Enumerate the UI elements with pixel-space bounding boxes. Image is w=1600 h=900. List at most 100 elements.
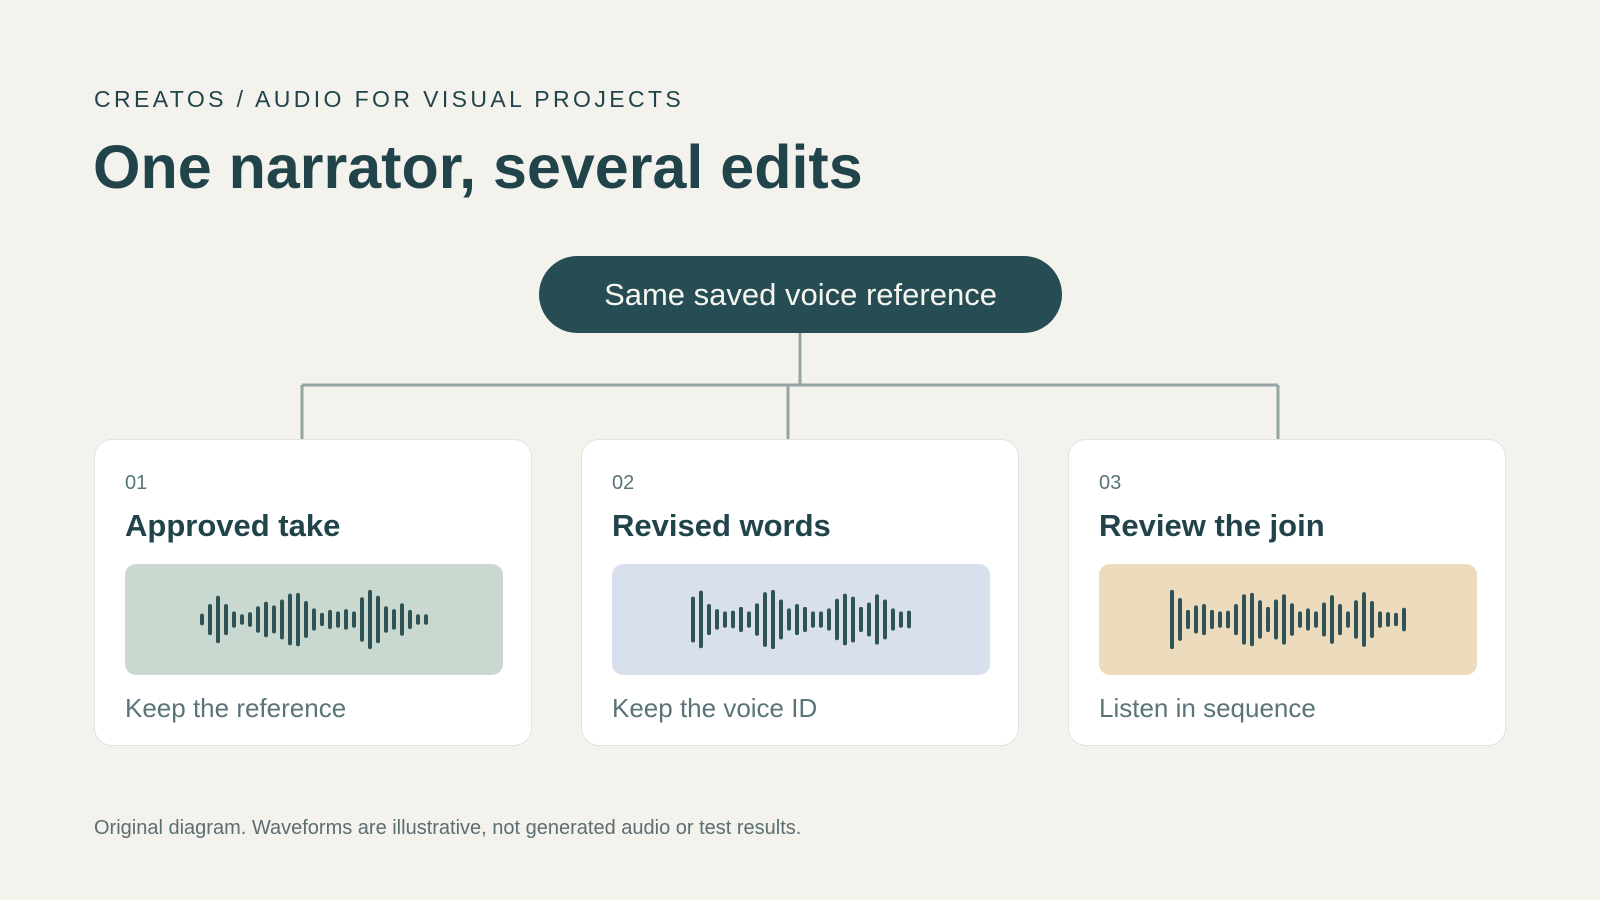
waveform-bar <box>424 614 428 625</box>
waveform-bar <box>715 609 719 630</box>
waveform-bar <box>1250 592 1254 647</box>
edit-card-revised-words: 02 Revised words Keep the voice ID <box>581 439 1019 746</box>
waveform-bar <box>1402 607 1406 632</box>
waveform-bar <box>416 614 420 625</box>
card-caption: Listen in sequence <box>1099 693 1316 723</box>
waveform-bar <box>1338 604 1342 636</box>
waveform-icon <box>200 589 428 650</box>
waveform-bar <box>1378 611 1382 628</box>
waveform-bar <box>691 596 695 643</box>
waveform-icon <box>1170 589 1406 650</box>
waveform-bar <box>232 611 236 628</box>
waveform-bar <box>907 610 911 629</box>
waveform-bar <box>1306 608 1310 631</box>
waveform-bar <box>280 599 284 640</box>
card-title: Revised words <box>612 508 831 543</box>
waveform-bar <box>1170 589 1174 650</box>
waveform-bar <box>216 595 220 644</box>
waveform-bar <box>264 601 268 638</box>
waveform-bar <box>843 593 847 646</box>
waveform-bar <box>1346 611 1350 628</box>
waveform-panel <box>125 564 503 675</box>
page-title: One narrator, several edits <box>93 133 863 201</box>
waveform-bar <box>304 601 308 638</box>
waveform-bar <box>1314 611 1318 628</box>
waveform-bar <box>1242 594 1246 645</box>
eyebrow-label: CREATOS / AUDIO FOR VISUAL PROJECTS <box>94 86 685 112</box>
waveform-bar <box>699 590 703 649</box>
card-caption: Keep the reference <box>125 693 347 723</box>
waveform-bar <box>1298 611 1302 628</box>
waveform-bar <box>755 603 759 636</box>
waveform-bar <box>723 611 727 628</box>
waveform-bar <box>771 589 775 650</box>
waveform-bar <box>1290 603 1294 636</box>
waveform-bar <box>787 608 791 631</box>
waveform-bar <box>376 595 380 644</box>
waveform-bar <box>1362 592 1366 647</box>
waveform-bar <box>352 611 356 628</box>
waveform-bar <box>1234 604 1238 636</box>
waveform-bar <box>248 612 252 627</box>
waveform-bar <box>1226 610 1230 629</box>
waveform-bar <box>288 593 292 646</box>
waveform-bar <box>739 606 743 633</box>
waveform-bar <box>819 611 823 628</box>
waveform-bar <box>1370 601 1374 638</box>
waveform-bar <box>408 609 412 630</box>
waveform-bar <box>296 592 300 647</box>
card-number: 03 <box>1099 472 1122 494</box>
waveform-bar <box>312 608 316 631</box>
waveform-bar <box>835 598 839 641</box>
waveform-bar <box>208 604 212 636</box>
waveform-bar <box>707 604 711 636</box>
footer-disclaimer: Original diagram. Waveforms are illustra… <box>94 817 802 839</box>
waveform-bar <box>272 605 276 634</box>
waveform-bar <box>803 606 807 633</box>
waveform-bar <box>256 606 260 633</box>
waveform-panel <box>612 564 990 675</box>
waveform-bar <box>1394 612 1398 627</box>
waveform-bar <box>200 613 204 626</box>
waveform-bar <box>811 611 815 628</box>
voice-reference-hub: Same saved voice reference <box>539 256 1062 333</box>
waveform-bar <box>384 606 388 633</box>
waveform-bar <box>747 611 751 628</box>
waveform-bar <box>240 614 244 625</box>
card-caption: Keep the voice ID <box>612 693 818 723</box>
edit-card-approved-take: 01 Approved take Keep the reference <box>94 439 532 746</box>
waveform-bar <box>360 597 364 642</box>
waveform-bar <box>1330 595 1334 644</box>
waveform-bar <box>1210 609 1214 630</box>
waveform-bar <box>883 599 887 640</box>
waveform-bar <box>1218 611 1222 628</box>
waveform-bar <box>731 610 735 629</box>
waveform-bar <box>867 602 871 637</box>
edit-card-review-join: 03 Review the join Listen in sequence <box>1068 439 1506 746</box>
waveform-panel <box>1099 564 1477 675</box>
waveform-bar <box>899 611 903 628</box>
waveform-bar <box>891 608 895 631</box>
waveform-bar <box>827 608 831 631</box>
waveform-bar <box>1386 612 1390 627</box>
waveform-bar <box>1186 609 1190 630</box>
waveform-bar <box>224 604 228 636</box>
waveform-bar <box>795 604 799 636</box>
waveform-bar <box>320 612 324 627</box>
waveform-bar <box>1274 599 1278 640</box>
waveform-bar <box>1282 594 1286 645</box>
waveform-bar <box>1258 600 1262 639</box>
waveform-bar <box>1178 598 1182 641</box>
waveform-bar <box>851 596 855 643</box>
waveform-bar <box>1194 605 1198 634</box>
waveform-bar <box>328 609 332 630</box>
waveform-bar <box>763 592 767 647</box>
waveform-bar <box>875 594 879 645</box>
waveform-bar <box>779 599 783 640</box>
waveform-bar <box>859 606 863 633</box>
waveform-bar <box>336 611 340 628</box>
waveform-bar <box>392 609 396 630</box>
waveform-icon <box>691 589 911 650</box>
card-title: Approved take <box>125 508 341 543</box>
waveform-bar <box>1354 600 1358 639</box>
